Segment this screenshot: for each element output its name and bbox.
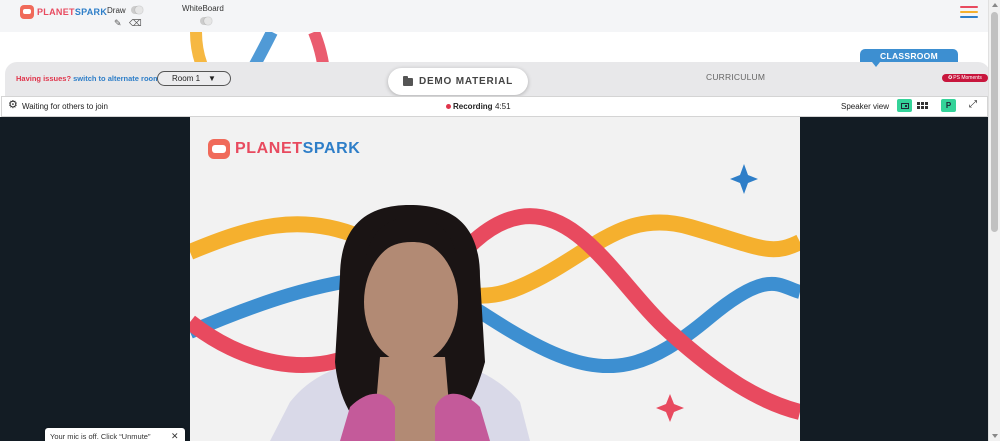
ps-moments-button[interactable]: ✪ PS Moments — [942, 74, 988, 82]
mic-off-message: Your mic is off. Click “Unmute” — [50, 431, 151, 441]
gallery-view-button[interactable] — [915, 99, 929, 112]
scroll-thumb[interactable] — [991, 12, 998, 232]
logo-mark-icon — [20, 5, 34, 19]
draw-label: Draw — [107, 6, 126, 15]
recording-timer: 4:51 — [495, 102, 511, 111]
scroll-up-icon[interactable] — [992, 3, 998, 7]
speaker-view-label: Speaker view — [841, 102, 890, 111]
gear-icon[interactable]: ⚙ — [8, 100, 18, 111]
video-background-waves — [190, 164, 800, 441]
expand-icon[interactable]: ⤢ — [969, 100, 977, 110]
waiting-status: Waiting for others to join — [22, 102, 108, 111]
draw-toggle[interactable] — [131, 6, 143, 14]
video-logo-word-spark: SPARK — [302, 140, 361, 157]
logo-word-spark: SPARK — [74, 7, 108, 17]
star-icon: ✪ — [948, 75, 953, 81]
pencil-icon[interactable]: ✎ — [114, 18, 122, 29]
speaker-view-button[interactable] — [897, 99, 912, 112]
triangle-down-icon: ▼ — [208, 74, 216, 83]
folder-icon — [402, 75, 413, 86]
top-toolbar — [0, 0, 1000, 32]
brand-logo: PLANETSPARK — [20, 5, 107, 19]
close-icon[interactable]: ✕ — [171, 432, 179, 441]
recording-dot-icon — [446, 104, 451, 109]
ps-moments-label: PS Moments — [953, 75, 982, 81]
page-scrollbar[interactable] — [988, 0, 1000, 441]
room-select[interactable]: Room 1 ▼ — [157, 71, 231, 86]
menu-icon[interactable] — [960, 6, 978, 18]
tab-demo-material[interactable]: DEMO MATERIAL — [388, 68, 528, 95]
video-logo-word-planet: PLANET — [235, 140, 303, 157]
whiteboard-label: WhiteBoard — [182, 4, 224, 13]
alternate-room-link[interactable]: switch to alternate room — [73, 74, 160, 83]
app-page: PLANETSPARK Draw ✎ ⌫ WhiteBoard Having i… — [0, 0, 1000, 441]
sparkle-icon — [730, 164, 758, 194]
video-brand-logo: PLANETSPARK — [208, 139, 360, 159]
scroll-down-icon[interactable] — [992, 434, 998, 438]
recording-label: Recording — [453, 102, 493, 111]
issue-notice: Having issues? switch to alternate room — [16, 74, 160, 83]
tab-curriculum[interactable]: CURRICULUM — [706, 72, 765, 82]
eraser-icon[interactable]: ⌫ — [129, 18, 142, 29]
tab-demo-material-label: DEMO MATERIAL — [418, 76, 514, 87]
room-select-value: Room 1 — [172, 74, 201, 83]
video-logo-mark-icon — [208, 139, 230, 159]
logo-word-planet: PLANET — [37, 7, 75, 17]
participant-button[interactable]: P — [941, 99, 956, 112]
issue-label: Having issues? — [16, 74, 72, 83]
whiteboard-toggle[interactable] — [200, 17, 212, 25]
speaker-video: PLANETSPARK — [190, 117, 800, 441]
tab-classroom[interactable]: CLASSROOM — [860, 49, 958, 62]
speaker-view-icon — [900, 102, 909, 109]
classroom-pointer — [872, 62, 880, 67]
mic-off-toast: Your mic is off. Click “Unmute” — [45, 428, 185, 441]
